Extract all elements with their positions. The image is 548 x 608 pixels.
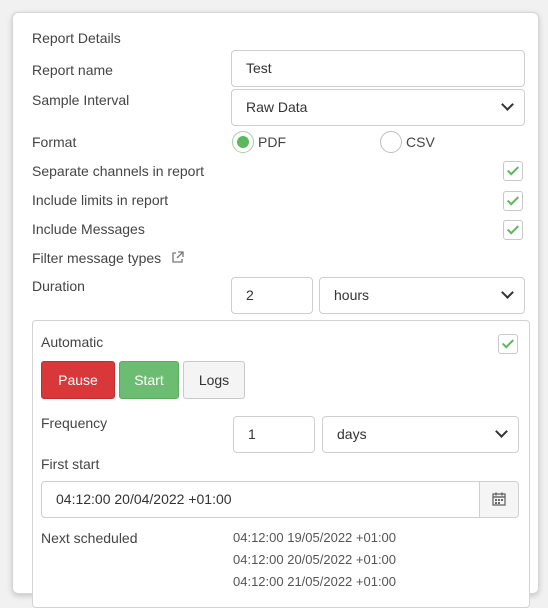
include-messages-label: Include Messages — [32, 221, 145, 237]
sample-interval-select[interactable]: Raw Data — [231, 89, 525, 126]
external-link-icon — [172, 251, 184, 263]
format-pdf-label: PDF — [258, 134, 286, 150]
logs-button[interactable]: Logs — [183, 361, 245, 399]
format-csv-radio[interactable] — [380, 131, 402, 153]
checkmark-icon — [501, 336, 515, 349]
report-name-input[interactable]: Test — [231, 50, 525, 87]
calendar-button[interactable] — [479, 482, 518, 517]
next-scheduled-time: 04:12:00 21/05/2022 +01:00 — [233, 574, 397, 589]
automatic-checkbox[interactable] — [498, 334, 518, 354]
automatic-section: Automatic Pause Start Logs Frequency 1 d… — [32, 320, 530, 608]
include-messages-checkbox[interactable] — [503, 220, 523, 240]
chevron-down-icon — [501, 98, 514, 111]
separate-channels-label: Separate channels in report — [32, 163, 204, 179]
include-limits-checkbox[interactable] — [503, 191, 523, 211]
start-button[interactable]: Start — [119, 361, 179, 399]
frequency-input[interactable]: 1 — [233, 416, 315, 453]
first-start-input[interactable]: 04:12:00 20/04/2022 +01:00 — [41, 481, 519, 518]
first-start-label: First start — [41, 456, 100, 472]
format-label: Format — [32, 134, 77, 150]
first-start-value: 04:12:00 20/04/2022 +01:00 — [56, 491, 232, 507]
format-csv-label: CSV — [406, 134, 435, 150]
filter-message-types-link[interactable]: Filter message types — [32, 250, 184, 266]
next-scheduled-time: 04:12:00 20/05/2022 +01:00 — [233, 552, 397, 567]
sample-interval-label: Sample Interval — [32, 92, 130, 108]
format-pdf-radio[interactable] — [232, 131, 254, 153]
calendar-icon — [492, 492, 506, 506]
checkmark-icon — [506, 163, 520, 176]
chevron-down-icon — [495, 425, 508, 438]
duration-unit-select[interactable]: hours — [319, 277, 525, 314]
frequency-unit-value: days — [337, 426, 367, 442]
pause-button[interactable]: Pause — [41, 361, 115, 399]
frequency-unit-select[interactable]: days — [322, 416, 519, 453]
filter-message-types-label: Filter message types — [32, 250, 162, 266]
report-details-panel: Report Details Report name Test Sample I… — [12, 12, 539, 608]
duration-unit-value: hours — [334, 287, 370, 303]
separate-channels-checkbox[interactable] — [503, 161, 523, 181]
frequency-label: Frequency — [41, 415, 108, 431]
chevron-down-icon — [501, 286, 514, 299]
checkmark-icon — [506, 222, 520, 235]
automatic-label: Automatic — [41, 334, 104, 350]
duration-input[interactable]: 2 — [231, 277, 313, 314]
checkmark-icon — [506, 193, 520, 206]
section-title: Report Details — [32, 30, 121, 46]
next-scheduled-label: Next scheduled — [41, 530, 138, 546]
sample-interval-value: Raw Data — [246, 99, 308, 115]
next-scheduled-time: 04:12:00 19/05/2022 +01:00 — [233, 530, 397, 545]
duration-label: Duration — [32, 278, 85, 294]
include-limits-label: Include limits in report — [32, 192, 169, 208]
report-name-label: Report name — [32, 62, 113, 78]
